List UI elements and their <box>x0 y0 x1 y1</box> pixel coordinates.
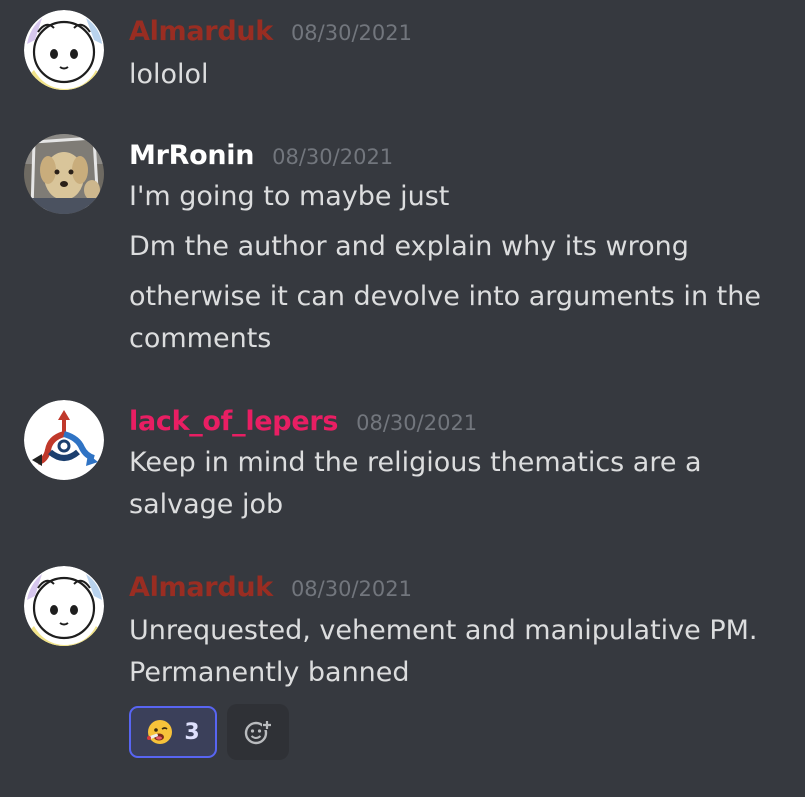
username[interactable]: MrRonin <box>129 134 254 178</box>
message-content: Keep in mind the religious thematics are… <box>129 442 789 526</box>
reaction-count: 3 <box>184 719 200 745</box>
message-header: MrRonin 08/30/2021 <box>129 134 393 178</box>
reaction-bar: 3 <box>129 704 289 760</box>
avatar[interactable] <box>24 566 104 646</box>
message-header: Almarduk 08/30/2021 <box>129 10 412 54</box>
timestamp: 08/30/2021 <box>356 411 478 435</box>
username[interactable]: lack_of_lepers <box>129 400 338 444</box>
arrows-logo-avatar-icon <box>24 400 104 480</box>
cartoon-face-avatar-icon <box>24 10 104 90</box>
message-text: Keep in mind the religious thematics are… <box>129 447 711 520</box>
add-reaction-icon <box>244 720 272 745</box>
message-text: I'm going to maybe just <box>129 181 450 212</box>
chat-message-list: Almarduk 08/30/2021 lololol MrRonin 08/3… <box>0 0 805 797</box>
reaction-button[interactable]: 3 <box>129 706 217 758</box>
username[interactable]: Almarduk <box>129 566 273 610</box>
cartoon-face-avatar-icon <box>24 566 104 646</box>
avatar[interactable] <box>24 10 104 90</box>
message-content: Unrequested, vehement and manipulative P… <box>129 610 789 694</box>
message-header: Almarduk 08/30/2021 <box>129 566 412 610</box>
avatar[interactable] <box>24 400 104 480</box>
timestamp: 08/30/2021 <box>290 21 412 45</box>
dog-photo-avatar-icon <box>24 134 104 214</box>
message-header: lack_of_lepers 08/30/2021 <box>129 400 477 444</box>
message-content: I'm going to maybe just Dm the author an… <box>129 176 789 360</box>
username[interactable]: Almarduk <box>129 10 273 54</box>
message-text: Dm the author and explain why its wrong <box>129 231 689 262</box>
timestamp: 08/30/2021 <box>272 145 394 169</box>
message-text: Unrequested, vehement and manipulative P… <box>129 615 767 688</box>
avatar[interactable] <box>24 134 104 214</box>
add-reaction-button[interactable] <box>227 704 289 760</box>
message-text: lololol <box>129 59 209 90</box>
message-content: lololol <box>129 54 789 96</box>
face-with-thermometer-emoji-icon <box>147 720 173 744</box>
timestamp: 08/30/2021 <box>290 577 412 601</box>
message-text: otherwise it can devolve into arguments … <box>129 281 770 354</box>
